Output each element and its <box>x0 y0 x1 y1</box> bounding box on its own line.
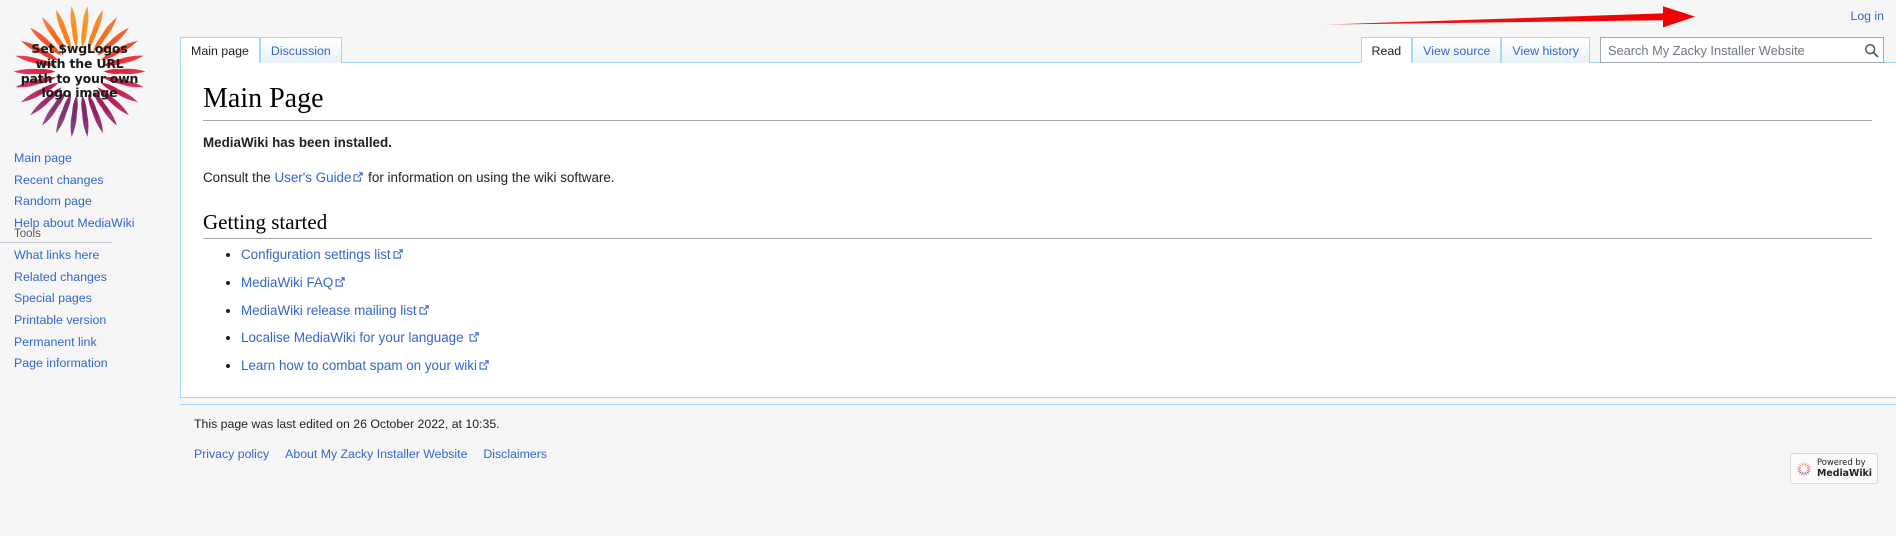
badge-line-2: MediaWiki <box>1817 467 1872 479</box>
sidebar-item-permanent-link[interactable]: Permanent link <box>0 334 168 351</box>
link-localise-mediawiki[interactable]: Localise MediaWiki for your language <box>241 330 464 345</box>
list-item: MediaWiki FAQ <box>241 273 1872 294</box>
sidebar-link-recent-changes[interactable]: Recent changes <box>14 173 104 187</box>
sidebar-link-permanent-link[interactable]: Permanent link <box>14 335 97 349</box>
link-combat-spam[interactable]: Learn how to combat spam on your wiki <box>241 358 477 373</box>
footer-link-disclaimers[interactable]: Disclaimers <box>483 447 547 461</box>
external-link-icon <box>352 168 364 182</box>
sidebar-item-what-links-here[interactable]: What links here <box>0 247 168 264</box>
tab-main-page-label[interactable]: Main page <box>191 44 249 58</box>
log-in-link[interactable]: Log in <box>1850 9 1884 23</box>
sidebar-item-recent-changes[interactable]: Recent changes <box>0 172 168 189</box>
sidebar-link-special-pages[interactable]: Special pages <box>14 291 92 305</box>
sidebar-link-random-page[interactable]: Random page <box>14 194 92 208</box>
body-content: MediaWiki has been installed. Consult th… <box>203 132 1872 377</box>
sidebar-link-what-links-here[interactable]: What links here <box>14 248 99 262</box>
red-arrow-annotation <box>1325 6 1695 28</box>
sidebar-item-random-page[interactable]: Random page <box>0 193 168 210</box>
sidebar-item-related-changes[interactable]: Related changes <box>0 269 168 286</box>
sidebar-item-page-information[interactable]: Page information <box>0 355 168 372</box>
consult-prefix: Consult the <box>203 169 275 185</box>
search-form <box>1600 37 1884 63</box>
footer-links: Privacy policy About My Zacky Installer … <box>190 445 1896 461</box>
footer-item-disclaimers[interactable]: Disclaimers <box>483 445 547 461</box>
mediawiki-sunflower-icon <box>1796 461 1812 476</box>
external-link-icon <box>468 329 480 343</box>
sidebar-link-page-information[interactable]: Page information <box>14 356 108 370</box>
tab-view-history[interactable]: View history <box>1501 37 1590 63</box>
installed-notice: MediaWiki has been installed. <box>203 135 392 151</box>
sidebar-tools: Tools What links here Related changes Sp… <box>0 228 168 377</box>
tab-view-source[interactable]: View source <box>1412 37 1502 63</box>
external-link-icon <box>418 302 430 315</box>
badge-line-1: Powered by <box>1817 457 1866 467</box>
footer-item-privacy[interactable]: Privacy policy <box>194 445 269 461</box>
external-link-icon <box>334 274 346 287</box>
sidebar: Set $wgLogos with the URL path to your o… <box>0 0 168 536</box>
list-item: Localise MediaWiki for your language <box>241 328 1872 349</box>
link-mediawiki-release-mailing-list[interactable]: MediaWiki release mailing list <box>241 303 417 318</box>
footer-last-edited: This page was last edited on 26 October … <box>194 417 500 431</box>
tab-discussion[interactable]: Discussion <box>259 37 342 63</box>
link-configuration-settings-list[interactable]: Configuration settings list <box>241 247 391 262</box>
footer-item-about[interactable]: About My Zacky Installer Website <box>285 445 467 461</box>
footer: This page was last edited on 26 October … <box>180 404 1896 484</box>
search-icon <box>1864 43 1878 57</box>
search-input[interactable] <box>1600 37 1884 63</box>
getting-started-list: Configuration settings list MediaWiki FA… <box>203 245 1872 377</box>
tab-read-label[interactable]: Read <box>1372 44 1402 58</box>
tab-main-page[interactable]: Main page <box>180 37 260 63</box>
list-item: MediaWiki release mailing list <box>241 301 1872 322</box>
sidebar-item-printable-version[interactable]: Printable version <box>0 312 168 329</box>
sidebar-item-special-pages[interactable]: Special pages <box>0 290 168 307</box>
sidebar-link-related-changes[interactable]: Related changes <box>14 270 107 284</box>
footer-link-privacy-policy[interactable]: Privacy policy <box>194 447 269 461</box>
link-mediawiki-faq[interactable]: MediaWiki FAQ <box>241 275 333 290</box>
navigation-list: Main page Recent changes Random page Hel… <box>0 150 168 232</box>
sidebar-navigation: Main page Recent changes Random page Hel… <box>0 150 168 237</box>
tab-view-history-label[interactable]: View history <box>1512 44 1579 58</box>
view-tabs: Read View source View history <box>1360 37 1884 63</box>
tools-list: What links here Related changes Special … <box>0 247 168 372</box>
footer-link-about[interactable]: About My Zacky Installer Website <box>285 447 467 461</box>
tools-heading: Tools <box>0 228 112 243</box>
namespace-tabs: Main page Discussion <box>180 37 342 63</box>
external-link-icon <box>392 246 404 259</box>
badge-text: Powered by MediaWiki <box>1817 457 1872 479</box>
list-item: Learn how to combat spam on your wiki <box>241 356 1872 377</box>
external-link-icon <box>478 357 490 370</box>
content-box: Main Page MediaWiki has been installed. … <box>180 62 1896 398</box>
tab-discussion-label[interactable]: Discussion <box>271 44 331 58</box>
search-button[interactable] <box>1859 38 1883 62</box>
consult-paragraph: Consult the User's Guide for information… <box>203 167 1872 188</box>
page-title: Main Page <box>203 81 1872 121</box>
getting-started-heading: Getting started <box>203 210 1872 240</box>
list-item: Configuration settings list <box>241 245 1872 266</box>
site-logo[interactable]: Set $wgLogos with the URL path to your o… <box>12 4 147 139</box>
logo-placeholder-text: Set $wgLogos with the URL path to your o… <box>20 41 139 101</box>
content-wrapper: Log in Main page Discussion Read View so… <box>168 0 1896 536</box>
personal-tools: Log in <box>1850 7 1884 23</box>
tab-read[interactable]: Read <box>1360 37 1413 63</box>
sidebar-link-printable-version[interactable]: Printable version <box>14 313 106 327</box>
powered-by-mediawiki-badge[interactable]: Powered by MediaWiki <box>1790 453 1878 484</box>
tab-view-source-label[interactable]: View source <box>1423 44 1490 58</box>
sidebar-link-main-page[interactable]: Main page <box>14 151 72 165</box>
users-guide-link[interactable]: User's Guide <box>274 170 351 185</box>
sidebar-item-main-page[interactable]: Main page <box>0 150 168 167</box>
consult-suffix: for information on using the wiki softwa… <box>364 169 615 185</box>
